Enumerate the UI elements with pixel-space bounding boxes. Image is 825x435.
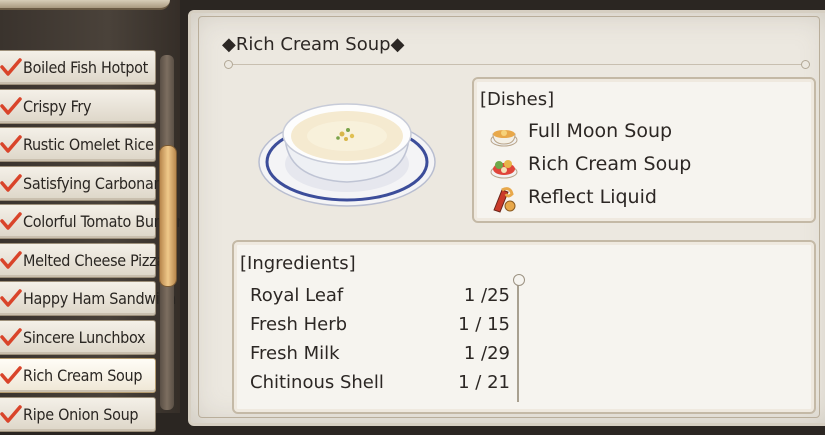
ingredient-quantity: 1 / 21 [458,372,510,393]
recipe-item[interactable]: Sincere Lunchbox [0,319,156,355]
ingredient-row: Chitinous Shell 1 / 21 [250,372,510,400]
recipe-label: Crispy Fry [23,96,92,116]
recipe-item[interactable]: Ripe Onion Soup [0,396,156,432]
ingredient-name: Fresh Herb [250,314,348,335]
ingredients-header: [Ingredients] [240,253,356,274]
divider-ornament [224,60,233,69]
recipe-item[interactable]: Melted Cheese Pizza [0,242,165,278]
ingredient-name: Chitinous Shell [250,372,384,393]
ingredients-scrollbar[interactable] [517,276,519,402]
recipe-item[interactable]: Rustic Omelet Rice [0,127,156,162]
dish-label: Full Moon Soup [528,120,673,142]
recipe-item[interactable]: Crispy Fry [0,88,156,124]
recipe-item[interactable]: Boiled Fish Hotpot [0,50,156,85]
checkmark-icon [0,173,22,192]
recipe-title: ◆Rich Cream Soup◆ [222,34,405,55]
dish-label: Reflect Liquid [528,186,657,208]
recipe-label: Sincere Lunchbox [23,327,146,347]
checkmark-icon [0,289,22,307]
recipe-list: Boiled Fish Hotpot Crispy Fry Rustic Ome… [0,50,182,435]
recipe-item-selected[interactable]: Rich Cream Soup [0,358,156,393]
ingredient-quantity: 1 /29 [463,343,510,364]
checkmark-icon [0,96,22,115]
cream-soup-image [258,103,436,207]
recipe-item[interactable]: Satisfying Carbonara [0,165,168,201]
ingredient-quantity: 1 / 15 [458,314,510,335]
recipe-scrollbar-thumb[interactable] [159,145,177,287]
divider-ornament [801,60,810,69]
recipe-item[interactable]: Happy Ham Sandwich [0,281,176,316]
recipe-label: Happy Ham Sandwich [23,289,176,308]
ingredient-quantity: 1 /25 [463,285,510,306]
checkmark-icon [0,58,22,76]
cream-soup-icon [490,160,518,179]
recipe-label: Melted Cheese Pizza [23,250,165,270]
potion-icon [493,187,516,213]
dishes-header: [Dishes] [480,89,555,110]
recipe-label: Rustic Omelet Rice [23,135,154,154]
ingredient-name: Royal Leaf [250,285,344,306]
title-divider [228,64,806,65]
checkmark-icon [0,135,22,153]
ingredient-name: Fresh Milk [250,343,340,364]
ingredient-row: Fresh Milk 1 /29 [250,343,510,371]
ingredients-scroll-knob[interactable] [513,274,525,286]
checkmark-icon [0,212,22,230]
soup-bowl-icon [490,130,518,147]
dish-label: Rich Cream Soup [528,153,692,175]
ingredient-row: Fresh Herb 1 / 15 [250,314,510,342]
checkmark-icon [0,250,22,269]
recipe-label: Satisfying Carbonara [23,173,168,193]
checkmark-icon [0,366,22,384]
checkmark-icon [0,404,22,423]
recipe-item[interactable]: Colorful Tomato Burger [0,204,182,239]
recipe-label: Boiled Fish Hotpot [23,58,149,77]
checkmark-icon [0,327,22,346]
recipe-label: Rich Cream Soup [23,366,143,385]
recipe-label: Ripe Onion Soup [23,404,139,424]
sidebar-top-tab [0,0,170,10]
ingredient-row: Royal Leaf 1 /25 [250,285,510,313]
